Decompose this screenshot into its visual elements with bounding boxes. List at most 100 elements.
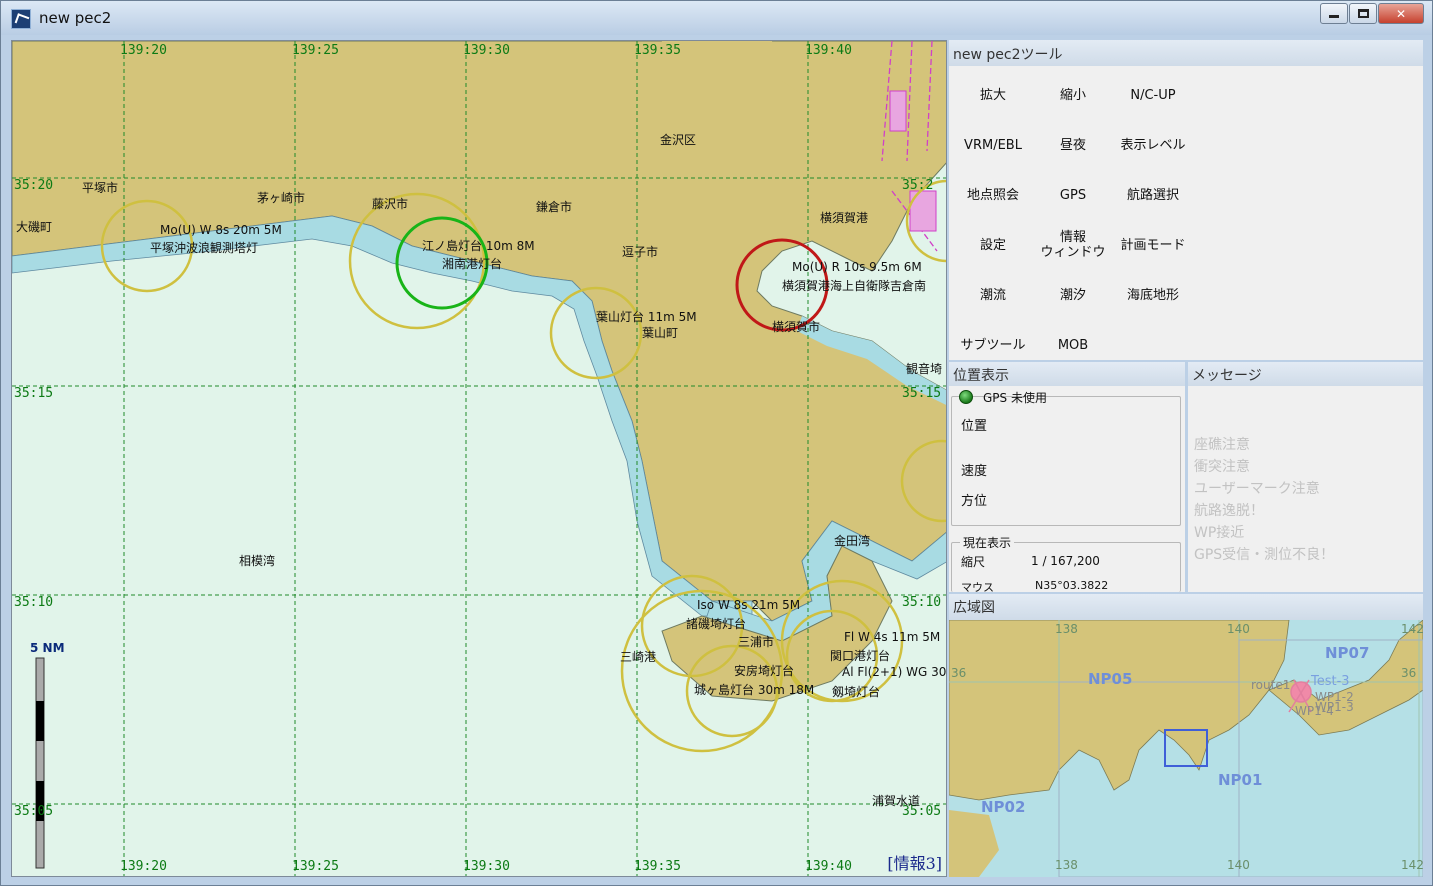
place-kannonzaki: 観音埼 bbox=[906, 362, 943, 376]
light-enoshima-char: 江ノ島灯台 10m 8M bbox=[422, 239, 535, 253]
light-sekiguchi-char: Fl W 4s 11m 5M bbox=[844, 630, 941, 644]
zoom-out-button[interactable]: 縮小 bbox=[1033, 70, 1113, 120]
light-yokosuka-jsdf: 横須賀港海上自衛隊吉倉南 bbox=[782, 279, 927, 293]
wide-lon-1: 140 bbox=[1227, 622, 1250, 636]
place-oiso: 大磯町 bbox=[16, 220, 53, 234]
msg-wp-approach: WP接近 bbox=[1194, 525, 1245, 541]
tidal-current-button[interactable]: 潮流 bbox=[953, 270, 1033, 320]
wide-lon-2: 142 bbox=[1401, 622, 1423, 636]
lat-left-3: 35:05 bbox=[14, 804, 54, 819]
place-kaneda-bay: 金田湾 bbox=[834, 534, 871, 548]
route-test3: Test-3 bbox=[1311, 674, 1350, 689]
light-jogashima-char: 城ヶ島灯台 30m 18M bbox=[694, 683, 815, 697]
traffic-zone-1 bbox=[889, 90, 907, 132]
msg-gps-error: GPS受信・測位不良！ bbox=[1194, 547, 1335, 563]
position-panel-title: 位置表示 bbox=[949, 362, 1185, 386]
wide-lon-bottom-1: 140 bbox=[1227, 858, 1250, 872]
lon-top-2: 139:30 bbox=[463, 43, 510, 58]
wide-lon-0: 138 bbox=[1055, 622, 1078, 636]
day-night-button[interactable]: 昼夜 bbox=[1033, 120, 1113, 170]
scale-label: 縮尺 bbox=[961, 555, 986, 569]
lat-left-1: 35:15 bbox=[14, 386, 54, 401]
minimize-icon bbox=[1329, 15, 1339, 18]
light-moroiso-char: Iso W 8s 21m 5M bbox=[697, 598, 801, 612]
settings-button[interactable]: 設定 bbox=[953, 220, 1033, 270]
position-panel: 位置表示 GPS 未使用 位置 速度 方位 現在表示 縮尺 1 / 167,20… bbox=[949, 362, 1185, 592]
tools-panel-title: new pec2ツール bbox=[949, 40, 1423, 66]
wide-lat-left: 36 bbox=[951, 666, 967, 680]
region-np01[interactable]: NP01 bbox=[1218, 771, 1262, 789]
light-hiratsuka-char: Mo(U) W 8s 20m 5M bbox=[160, 223, 282, 237]
north-course-up-button[interactable]: N/C-UP bbox=[1113, 70, 1193, 120]
lat-left-2: 35:10 bbox=[14, 595, 54, 610]
app-window: new pec2 ✕ 139:20 139:25 139:30 139:35 1… bbox=[0, 0, 1433, 886]
lon-bottom-1: 139:25 bbox=[292, 859, 339, 874]
place-hiratsuka: 平塚市 bbox=[82, 181, 119, 195]
region-np05[interactable]: NP05 bbox=[1088, 670, 1132, 688]
tool-button-grid: 拡大 縮小 N/C-UP VRM/EBL 昼夜 表示レベル 地点照会 GPS 航… bbox=[953, 70, 1213, 370]
display-level-button[interactable]: 表示レベル bbox=[1113, 120, 1193, 170]
plan-mode-button[interactable]: 計画モード bbox=[1113, 220, 1193, 270]
chart-canvas bbox=[12, 41, 946, 876]
lon-top-4: 139:40 bbox=[805, 43, 852, 58]
route-select-button[interactable]: 航路選択 bbox=[1113, 170, 1193, 220]
region-np07[interactable]: NP07 bbox=[1325, 644, 1369, 662]
title-bar[interactable]: new pec2 ✕ bbox=[1, 1, 1432, 35]
place-kanazawa: 金沢区 bbox=[660, 133, 697, 147]
route-label: route1 bbox=[1251, 678, 1291, 692]
lon-top-3: 139:35 bbox=[634, 43, 681, 58]
message-panel: メッセージ 座礁注意 衝突注意 ユーザーマーク注意 航路逸脱！ WP接近 GPS… bbox=[1188, 362, 1423, 592]
info-window-button[interactable]: 情報 ウィンドウ bbox=[1033, 220, 1113, 270]
point-query-button[interactable]: 地点照会 bbox=[953, 170, 1033, 220]
close-button[interactable]: ✕ bbox=[1378, 3, 1424, 24]
window-title: new pec2 bbox=[39, 9, 112, 27]
info-level-tag[interactable]: [情報3] bbox=[887, 850, 942, 874]
vrm-ebl-button[interactable]: VRM/EBL bbox=[953, 120, 1033, 170]
light-tsurugi-name: 剱埼灯台 bbox=[832, 685, 881, 699]
tools-panel: new pec2ツール 拡大 縮小 N/C-UP VRM/EBL 昼夜 表示レベ… bbox=[949, 40, 1423, 360]
msg-user-mark: ユーザーマーク注意 bbox=[1194, 481, 1320, 497]
wide-lon-bottom-0: 138 bbox=[1055, 858, 1078, 872]
light-awa-name: 安房埼灯台 bbox=[734, 664, 795, 678]
wide-area-map[interactable]: 138 140 142 138 140 142 36 36 NP07 NP05 … bbox=[949, 620, 1423, 877]
maximize-button[interactable] bbox=[1349, 3, 1377, 24]
place-zushi: 逗子市 bbox=[622, 245, 659, 259]
scale-value: 1 / 167,200 bbox=[1031, 554, 1100, 568]
position-label: 位置 bbox=[961, 419, 988, 434]
app-logo-icon bbox=[11, 9, 31, 29]
lon-bottom-2: 139:30 bbox=[463, 859, 510, 874]
wide-lon-bottom-2: 142 bbox=[1401, 858, 1423, 872]
cursor-label: マウス bbox=[961, 581, 994, 592]
lon-top-0: 139:20 bbox=[120, 43, 167, 58]
wide-lat-right: 36 bbox=[1401, 666, 1417, 680]
wide-area-title: 広域図 bbox=[949, 594, 1423, 620]
window-controls: ✕ bbox=[1319, 3, 1424, 24]
minimize-button[interactable] bbox=[1320, 3, 1348, 24]
route-wp14: WP1-4 bbox=[1295, 704, 1334, 718]
place-misaki: 三崎港 bbox=[620, 650, 657, 664]
place-miura: 三浦市 bbox=[738, 635, 775, 649]
place-uraga: 浦賀水道 bbox=[872, 794, 921, 808]
light-hiratsuka-name: 平塚沖波浪観測塔灯 bbox=[150, 241, 259, 255]
gps-status-text: GPS 未使用 bbox=[983, 391, 1047, 405]
msg-collision: 衝突注意 bbox=[1194, 459, 1250, 475]
place-kamakura: 鎌倉市 bbox=[536, 200, 573, 214]
region-np02[interactable]: NP02 bbox=[981, 798, 1025, 816]
maximize-icon bbox=[1357, 9, 1369, 18]
lat-right-0: 35:2 bbox=[902, 178, 934, 193]
light-moroiso-name: 諸磯埼灯台 bbox=[686, 617, 747, 631]
light-hayama-char: 葉山灯台 11m 5M bbox=[596, 310, 697, 324]
tide-button[interactable]: 潮汐 bbox=[1033, 270, 1113, 320]
nautical-chart[interactable]: 139:20 139:25 139:30 139:35 139:40 139:2… bbox=[11, 40, 947, 877]
speed-label: 速度 bbox=[961, 464, 988, 479]
current-display-title: 現在表示 bbox=[960, 534, 1015, 551]
seabed-button[interactable]: 海底地形 bbox=[1113, 270, 1193, 320]
zoom-in-button[interactable]: 拡大 bbox=[953, 70, 1033, 120]
wide-area-panel: 広域図 138 140 142 138 140 142 36 36 NP07 N… bbox=[949, 594, 1423, 877]
gps-button[interactable]: GPS bbox=[1033, 170, 1113, 220]
lon-top-1: 139:25 bbox=[292, 43, 339, 58]
place-chigasaki: 茅ヶ崎市 bbox=[257, 191, 306, 205]
lat-left-0: 35:20 bbox=[14, 178, 54, 193]
msg-grounding: 座礁注意 bbox=[1194, 437, 1250, 453]
info-window-label: 情報 ウィンドウ bbox=[1040, 230, 1106, 260]
